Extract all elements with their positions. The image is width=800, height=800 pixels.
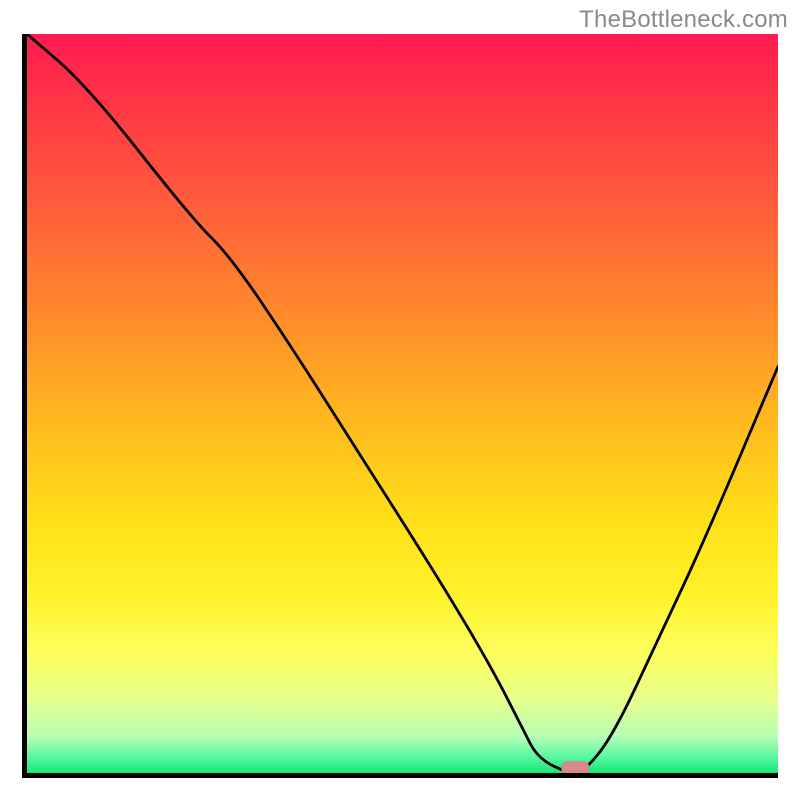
plot-area bbox=[22, 34, 778, 778]
optimal-point-marker bbox=[561, 761, 589, 773]
watermark-text: TheBottleneck.com bbox=[579, 6, 788, 34]
curve-layer bbox=[27, 34, 778, 773]
bottleneck-chart: TheBottleneck.com bbox=[0, 0, 800, 800]
bottleneck-curve-line bbox=[27, 34, 778, 773]
